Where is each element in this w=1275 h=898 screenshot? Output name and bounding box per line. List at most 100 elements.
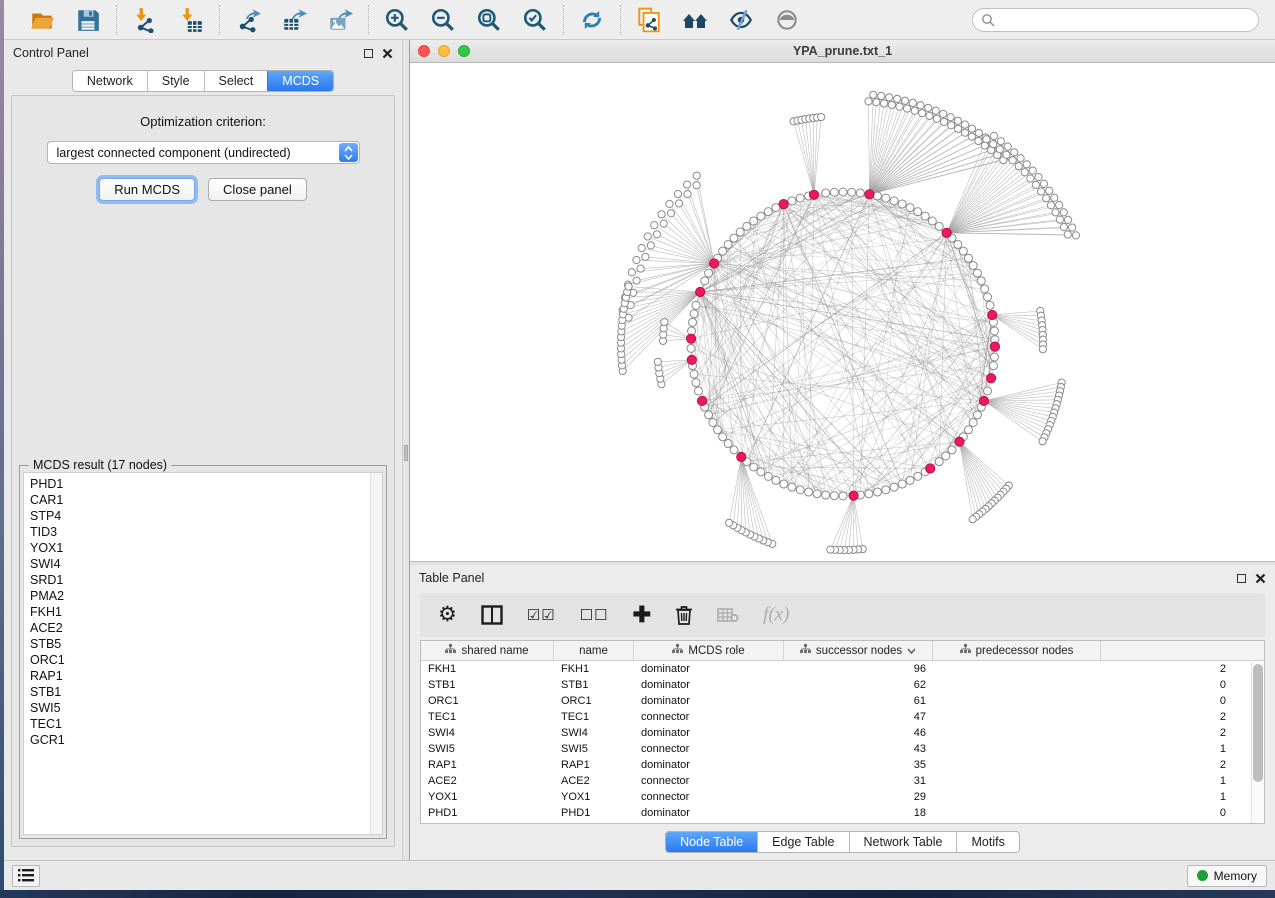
mcds-result-item[interactable]: PHD1 bbox=[30, 476, 370, 492]
network-node[interactable] bbox=[714, 426, 722, 434]
mcds-result-item[interactable]: SWI5 bbox=[30, 700, 370, 716]
zoom-in-icon[interactable] bbox=[383, 6, 411, 34]
network-node[interactable] bbox=[1038, 188, 1045, 195]
network-node[interactable] bbox=[1039, 438, 1046, 445]
network-node[interactable] bbox=[694, 387, 702, 395]
table-row[interactable]: ACE2ACE2connector311 bbox=[421, 773, 1264, 789]
network-node[interactable] bbox=[935, 458, 943, 466]
network-node[interactable] bbox=[873, 99, 880, 106]
network-node[interactable] bbox=[865, 98, 872, 105]
network-node[interactable] bbox=[989, 362, 997, 370]
network-node[interactable] bbox=[961, 121, 968, 128]
network-node[interactable] bbox=[642, 253, 649, 260]
mcds-result-item[interactable]: STP4 bbox=[30, 508, 370, 524]
network-node[interactable] bbox=[947, 114, 954, 121]
network-node[interactable] bbox=[827, 546, 834, 553]
network-node[interactable] bbox=[750, 463, 758, 471]
network-node[interactable] bbox=[637, 265, 644, 272]
network-node[interactable] bbox=[935, 222, 943, 230]
network-canvas[interactable] bbox=[410, 63, 1275, 560]
network-node[interactable] bbox=[1052, 209, 1059, 216]
network-node[interactable] bbox=[689, 318, 697, 326]
network-node[interactable] bbox=[977, 277, 985, 285]
network-node[interactable] bbox=[940, 110, 947, 117]
network-node[interactable] bbox=[890, 483, 898, 491]
show-all-icon[interactable] bbox=[773, 6, 801, 34]
network-node[interactable] bbox=[692, 301, 700, 309]
search-input[interactable] bbox=[1000, 13, 1250, 27]
network-node[interactable] bbox=[961, 129, 968, 136]
network-node[interactable] bbox=[928, 217, 936, 225]
network-node[interactable] bbox=[981, 285, 989, 293]
network-node[interactable] bbox=[1015, 163, 1022, 170]
save-session-icon[interactable] bbox=[74, 6, 102, 34]
network-node[interactable] bbox=[919, 110, 926, 117]
network-node[interactable] bbox=[1032, 181, 1039, 188]
mcds-result-item[interactable]: SRD1 bbox=[30, 572, 370, 588]
network-node[interactable] bbox=[1011, 149, 1018, 156]
table-row[interactable]: TEC1TEC1connector472 bbox=[421, 709, 1264, 725]
float-window-icon[interactable] bbox=[364, 49, 373, 58]
network-node[interactable] bbox=[830, 492, 838, 500]
mcds-result-item[interactable]: STB1 bbox=[30, 684, 370, 700]
close-panel-icon[interactable] bbox=[1255, 573, 1266, 584]
network-node[interactable] bbox=[813, 490, 821, 498]
mcds-network-node[interactable] bbox=[709, 259, 718, 268]
network-node[interactable] bbox=[750, 217, 758, 225]
export-network-icon[interactable] bbox=[234, 6, 262, 34]
mcds-result-item[interactable]: CAR1 bbox=[30, 492, 370, 508]
network-node[interactable] bbox=[658, 211, 665, 218]
network-node[interactable] bbox=[654, 358, 661, 365]
network-node[interactable] bbox=[888, 101, 895, 108]
mcds-result-item[interactable]: STB5 bbox=[30, 636, 370, 652]
close-panel-button[interactable]: Close panel bbox=[208, 178, 307, 201]
mcds-result-item[interactable]: FKH1 bbox=[30, 604, 370, 620]
network-node[interactable] bbox=[990, 327, 998, 335]
first-neighbors-icon[interactable] bbox=[681, 6, 709, 34]
network-node[interactable] bbox=[705, 411, 713, 419]
mcds-result-item[interactable]: ORC1 bbox=[30, 652, 370, 668]
mcds-network-node[interactable] bbox=[990, 342, 999, 351]
column-header-MCDS-role[interactable]: MCDS role bbox=[634, 641, 784, 660]
column-header-name[interactable]: name bbox=[554, 641, 634, 660]
clear-selection-icon[interactable]: ☐☐ bbox=[580, 606, 609, 624]
network-node[interactable] bbox=[906, 476, 914, 484]
network-node[interactable] bbox=[725, 519, 732, 526]
network-node[interactable] bbox=[914, 472, 922, 480]
mcds-network-node[interactable] bbox=[779, 199, 788, 208]
network-node[interactable] bbox=[1060, 223, 1067, 230]
network-node[interactable] bbox=[628, 269, 635, 276]
network-node[interactable] bbox=[904, 105, 911, 112]
table-row[interactable]: STB1STB1dominator620 bbox=[421, 677, 1264, 693]
network-node[interactable] bbox=[990, 141, 997, 148]
network-node[interactable] bbox=[724, 240, 732, 248]
network-node[interactable] bbox=[964, 254, 972, 262]
mcds-network-node[interactable] bbox=[696, 287, 705, 296]
network-node[interactable] bbox=[1023, 161, 1030, 168]
network-node[interactable] bbox=[830, 188, 838, 196]
network-node[interactable] bbox=[651, 222, 658, 229]
import-table-icon[interactable] bbox=[177, 6, 205, 34]
task-history-button[interactable] bbox=[12, 865, 40, 887]
delete-icon[interactable] bbox=[675, 605, 693, 625]
column-header-successor-nodes[interactable]: successor nodes bbox=[784, 641, 933, 660]
mcds-result-item[interactable]: RAP1 bbox=[30, 668, 370, 684]
network-node[interactable] bbox=[948, 122, 955, 129]
network-node[interactable] bbox=[882, 486, 890, 494]
network-node[interactable] bbox=[818, 113, 825, 120]
mcds-network-node[interactable] bbox=[686, 334, 695, 343]
network-node[interactable] bbox=[886, 94, 893, 101]
network-node[interactable] bbox=[647, 242, 654, 249]
zoom-selected-icon[interactable] bbox=[521, 6, 549, 34]
network-node[interactable] bbox=[890, 197, 898, 205]
network-node[interactable] bbox=[1047, 202, 1054, 209]
zoom-fit-icon[interactable] bbox=[475, 6, 503, 34]
table-scrollbar[interactable] bbox=[1251, 662, 1264, 823]
network-node[interactable] bbox=[757, 212, 765, 220]
window-zoom-icon[interactable] bbox=[458, 45, 470, 57]
close-panel-icon[interactable] bbox=[382, 48, 393, 59]
network-node[interactable] bbox=[873, 192, 881, 200]
network-node[interactable] bbox=[822, 189, 830, 197]
tab-mcds[interactable]: MCDS bbox=[267, 71, 333, 91]
network-node[interactable] bbox=[917, 102, 924, 109]
